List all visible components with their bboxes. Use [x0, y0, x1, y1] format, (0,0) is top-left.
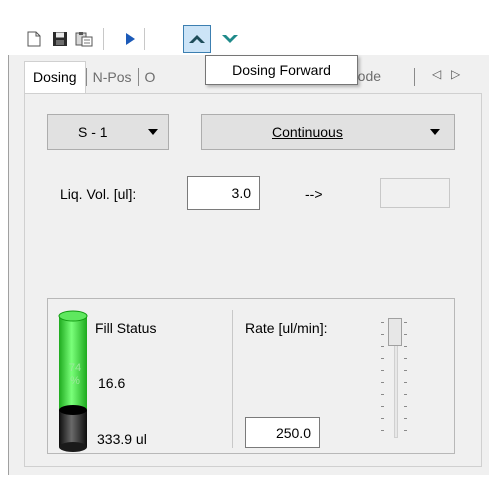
- fill-percent: 74 %: [68, 362, 82, 387]
- toolbar: [0, 0, 495, 53]
- paste-icon[interactable]: [72, 27, 96, 51]
- rate-label: Rate [ul/min]:: [245, 320, 328, 336]
- tab-separator: [414, 68, 415, 86]
- tab-n-pos[interactable]: N-Pos: [87, 69, 138, 85]
- target-volume-field: [380, 178, 450, 208]
- chevron-down-icon: [430, 129, 440, 135]
- syringe-select[interactable]: S - 1: [47, 114, 169, 150]
- rate-input[interactable]: 250.0: [245, 417, 320, 448]
- group-divider: [232, 310, 233, 448]
- dosing-forward-icon[interactable]: [183, 25, 211, 53]
- mode-select[interactable]: Continuous: [201, 114, 455, 150]
- rate-slider-ticks-right: [404, 322, 407, 438]
- mode-select-value: Continuous: [272, 124, 343, 140]
- fill-total-value: 333.9 ul: [97, 431, 147, 447]
- play-icon[interactable]: [118, 27, 142, 51]
- dosing-backward-icon[interactable]: [218, 27, 242, 51]
- tab-scroll-right-icon[interactable]: ▷: [451, 67, 460, 81]
- fill-current-value: 16.6: [98, 375, 126, 391]
- liquid-volume-label: Liq. Vol. [ul]:: [60, 186, 137, 202]
- fill-status-label: Fill Status: [95, 320, 157, 336]
- rate-slider-thumb[interactable]: [388, 318, 402, 346]
- tooltip-dosing-forward: Dosing Forward: [205, 55, 358, 85]
- toolbar-separator: [144, 28, 145, 50]
- empty-level: [59, 410, 87, 447]
- tab-scroll-left-icon[interactable]: ◁: [432, 67, 441, 81]
- rate-slider-ticks-left: [381, 322, 384, 438]
- syringe-select-value: S - 1: [78, 124, 108, 140]
- tab-strip: Dosing N-Pos O: [24, 60, 161, 93]
- save-icon[interactable]: [48, 27, 72, 51]
- tab-o[interactable]: O: [139, 69, 162, 85]
- toolbar-separator: [103, 28, 104, 50]
- chevron-down-icon: [148, 129, 158, 135]
- tab-dosing[interactable]: Dosing: [24, 60, 86, 93]
- new-icon[interactable]: [22, 27, 46, 51]
- liquid-volume-input[interactable]: 3.0: [187, 176, 260, 210]
- arrow-label: -->: [305, 186, 323, 202]
